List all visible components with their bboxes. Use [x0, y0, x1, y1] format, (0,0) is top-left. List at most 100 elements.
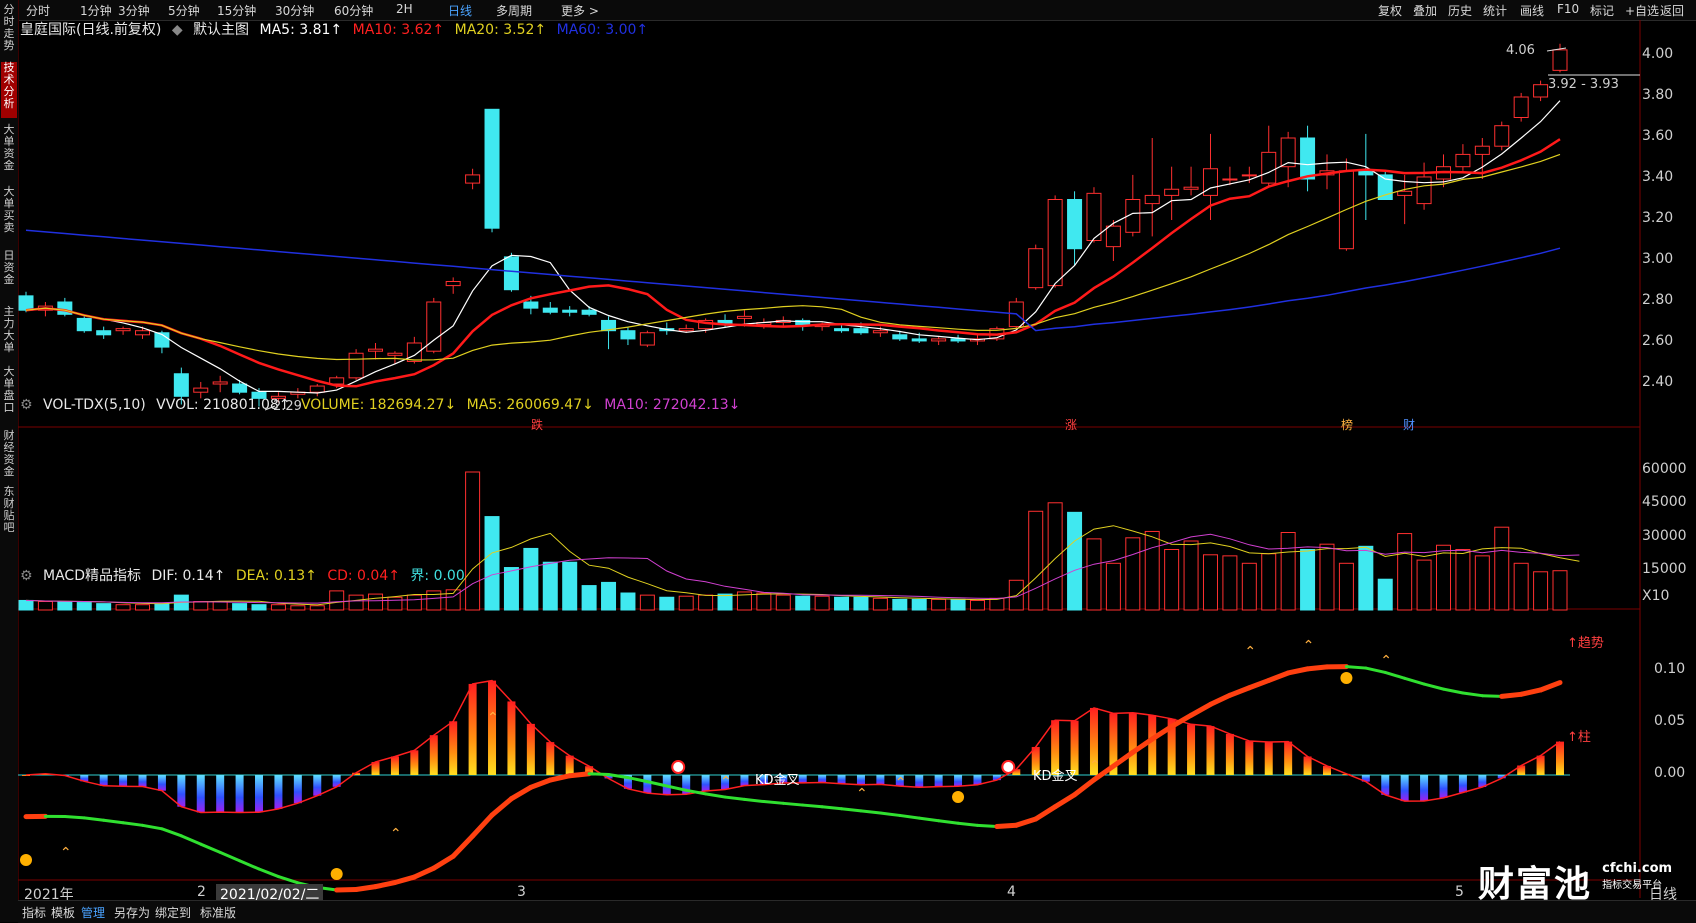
candle-body — [1184, 187, 1198, 189]
macd-bar — [527, 724, 535, 775]
dea-segment — [1346, 667, 1365, 668]
logo-site: cfchi.com — [1602, 861, 1672, 876]
dea-segment — [842, 809, 861, 811]
candle-body — [640, 333, 654, 345]
macd-bar — [1206, 726, 1214, 775]
bottom-tab-2[interactable]: 管理 — [81, 904, 105, 921]
dea-segment — [1269, 673, 1288, 680]
signal-arrow-icon: ⌃ — [390, 826, 402, 842]
volume-bar — [1126, 538, 1140, 610]
volume-bar — [854, 597, 868, 610]
candle-body — [1475, 146, 1489, 154]
volume-bar — [1514, 563, 1528, 610]
gold-dot-icon — [1340, 672, 1352, 684]
macd-bar — [1381, 775, 1389, 795]
volume-bar — [369, 594, 383, 610]
volume-bar — [796, 596, 810, 610]
mark-zhang[interactable]: 涨 — [1065, 416, 1077, 433]
candle-body — [349, 353, 363, 378]
mark-bang[interactable]: 榜 — [1341, 416, 1353, 433]
candle-body — [97, 331, 111, 335]
macd-bar — [100, 775, 108, 786]
candle-body — [1048, 200, 1062, 286]
macd-bar — [216, 775, 224, 812]
macd-bar — [566, 756, 574, 775]
candle-body — [1301, 138, 1315, 179]
volume-bar — [621, 593, 635, 610]
volume-bar — [1087, 539, 1101, 610]
bottom-tab-0[interactable]: 指标 — [22, 904, 46, 921]
volume-bar — [77, 603, 91, 610]
volume-bar — [1456, 549, 1470, 610]
macd-bar — [740, 775, 748, 786]
volume-bar — [1475, 556, 1489, 610]
candle-body — [932, 339, 946, 341]
dea-segment — [589, 774, 608, 775]
candle-body — [1534, 85, 1548, 97]
volume-bar — [1301, 549, 1315, 610]
price-tick: 3.80 — [1642, 87, 1673, 103]
dea-segment — [1521, 690, 1540, 694]
macd-bar — [876, 775, 884, 784]
candle-body — [194, 388, 208, 392]
macd-bar — [1265, 742, 1273, 775]
bottom-tab-4[interactable]: 绑定到 — [155, 904, 191, 921]
candle-body — [679, 329, 693, 331]
macd-bar — [1401, 775, 1409, 801]
signal-arrow-icon: ⌃ — [1303, 638, 1315, 654]
kline-chart[interactable]: ⌃⌃⌃⌃⌃⌃⌃⌃⌃⌃ — [0, 0, 1696, 922]
volume-bar — [155, 604, 169, 610]
bottom-tab-3[interactable]: 另存为 — [114, 904, 150, 921]
dea-segment — [123, 823, 142, 826]
bottom-tab-5[interactable]: 标准版 — [200, 904, 236, 921]
candle-body — [466, 175, 480, 183]
dea-segment — [744, 799, 763, 801]
volume-bar — [1553, 571, 1567, 610]
dea-segment — [181, 836, 200, 844]
candle-body — [737, 316, 751, 318]
volume-bar — [58, 602, 72, 610]
mark-die[interactable]: 跌 — [531, 416, 543, 433]
candle-body — [116, 329, 130, 331]
candle-body — [1242, 175, 1256, 176]
candle-body — [1145, 195, 1159, 203]
macd-bar — [546, 742, 554, 775]
logo-sub: 指标交易平台 — [1602, 876, 1672, 891]
mark-cai[interactable]: 财 — [1403, 416, 1415, 433]
macd-tick: 0.00 — [1654, 765, 1685, 781]
dea-segment — [1249, 680, 1268, 687]
candle-body — [174, 374, 188, 397]
candle-body — [1029, 249, 1043, 288]
volume-bar — [970, 600, 984, 610]
signal-arrow-icon: ⌃ — [487, 710, 499, 726]
time-tick: 4 — [1007, 884, 1016, 900]
volume-bar — [1203, 555, 1217, 610]
macd-bar — [313, 775, 321, 796]
candle-body — [369, 349, 383, 351]
watermark-logo: 财富池 cfchi.com 指标交易平台 — [1478, 855, 1672, 907]
candle-body — [1068, 200, 1082, 249]
signal-arrow-icon: ⌃ — [1089, 758, 1101, 774]
volume-bar — [97, 604, 111, 610]
macd-bar — [915, 775, 923, 787]
dea-segment — [939, 821, 958, 823]
signal-arrow-icon: ⌃ — [1380, 653, 1392, 669]
volume-bar — [660, 597, 674, 610]
macd-bar — [857, 775, 865, 785]
macd-bar — [430, 735, 438, 775]
volume-bar — [291, 606, 305, 610]
volume-bar — [679, 596, 693, 610]
volume-bar — [213, 602, 227, 610]
gold-dot-icon — [331, 868, 343, 880]
volume-bar — [602, 582, 616, 610]
dea-segment — [65, 816, 84, 817]
volume-bar — [19, 600, 33, 610]
dea-segment — [84, 818, 103, 820]
trend-label: ↑趋势 — [1567, 632, 1604, 651]
candle-body — [1262, 152, 1276, 183]
candle-body — [485, 109, 499, 228]
dea-segment — [570, 774, 589, 776]
macd-bar — [973, 775, 981, 785]
dea-segment — [220, 852, 239, 860]
bottom-tab-1[interactable]: 模板 — [51, 904, 75, 921]
